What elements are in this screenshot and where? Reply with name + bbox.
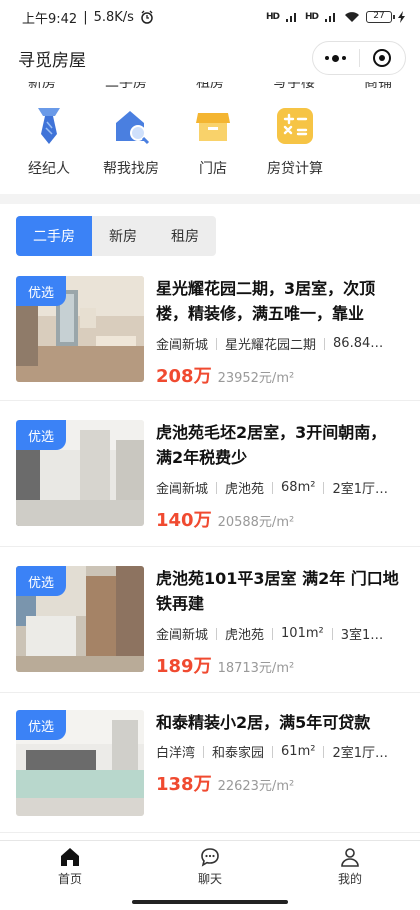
title-bar: 寻觅房屋 — [0, 34, 420, 82]
cell-signal-icon — [285, 13, 296, 22]
featured-badge: 优选 — [16, 276, 66, 306]
listing-meta: 白洋湾 和泰家园 61m² 2室1厅… — [156, 744, 388, 761]
listing-meta: 金阊新城 虎池苑 101m² 3室1… — [156, 626, 384, 643]
tab-home[interactable]: 首页 — [0, 841, 140, 892]
alarm-icon — [141, 10, 153, 24]
menu-label: 经纪人 — [28, 161, 70, 177]
charging-icon — [398, 11, 405, 23]
network-speed: 5.8K/s — [93, 9, 134, 25]
listing-meta: 金阊新城 星光耀花园二期 86.84… — [156, 336, 384, 353]
listing-card[interactable]: 优选 虎池苑101平3居室 满2年 门口地铁再建 金阊新城 虎池苑 101m² … — [16, 566, 420, 678]
tab-new-house[interactable]: 新房 — [92, 216, 154, 256]
category-item[interactable]: 二手房 — [96, 82, 156, 92]
status-time: 上午9:42 — [22, 11, 78, 27]
chat-icon — [201, 847, 219, 867]
tie-icon — [29, 106, 69, 146]
unit-price: 22623元/m² — [217, 779, 295, 794]
signal-icon-2: HD — [304, 12, 319, 22]
cell-signal-icon-2 — [325, 13, 335, 22]
listing-title: 虎池苑毛坯2居室，3开间朝南，满2年税费少 — [156, 423, 387, 467]
status-bar: 上午9:42 | 5.8K/s HD HD 27 — [0, 0, 420, 34]
bottom-tab-bar: 首页 聊天 我的 — [0, 840, 420, 892]
listing-price: 189万 — [156, 656, 212, 677]
miniprogram-capsule — [312, 41, 406, 75]
store-icon — [193, 106, 233, 146]
category-row: 新房 二手房 租房 写字楼 商铺 — [0, 82, 420, 92]
battery-icon: 27 — [366, 11, 395, 23]
menu-label: 房贷计算 — [267, 161, 323, 177]
price-row: 138万 22623元/m² — [156, 770, 294, 796]
user-icon — [341, 847, 359, 867]
divider — [0, 692, 420, 693]
signal-icon: HD — [265, 12, 280, 22]
listing-price: 140万 — [156, 510, 212, 531]
category-item[interactable]: 租房 — [180, 82, 240, 92]
menu-item-mortgage-calc[interactable]: 房贷计算 — [254, 106, 336, 178]
calculator-icon — [275, 106, 315, 146]
listing-title: 虎池苑101平3居室 满2年 门口地铁再建 — [156, 569, 399, 613]
listing-photo: 优选 — [16, 276, 144, 382]
price-row: 140万 20588元/m² — [156, 506, 294, 532]
unit-price: 20588元/m² — [217, 515, 295, 530]
listing-tabs: 二手房 新房 租房 — [16, 216, 216, 256]
listing-card[interactable]: 优选 和泰精装小2居，满5年可贷款 白洋湾 和泰家园 61m² 2室1厅… 13… — [16, 710, 420, 820]
tab-second-hand[interactable]: 二手房 — [16, 216, 92, 256]
listing-panel: 二手房 新房 租房 优选 星光耀花园二期，3居室，次顶楼，精装修，满五唯一，靠业… — [0, 204, 420, 840]
menu-item-store[interactable]: 门店 — [172, 106, 254, 178]
unit-price: 18713元/m² — [217, 661, 295, 676]
category-item[interactable]: 写字楼 — [264, 82, 324, 92]
listing-price: 138万 — [156, 774, 212, 795]
listing-title: 星光耀花园二期，3居室，次顶楼，精装修，满五唯一，靠业 — [156, 279, 376, 323]
tab-chat[interactable]: 聊天 — [140, 841, 280, 892]
divider — [0, 546, 420, 547]
home-indicator — [0, 892, 420, 910]
tab-profile[interactable]: 我的 — [280, 841, 420, 892]
listing-card[interactable]: 优选 虎池苑毛坯2居室，3开间朝南，满2年税费少 金阊新城 虎池苑 68m² 2… — [16, 420, 420, 532]
wifi-icon — [345, 12, 359, 22]
price-row: 189万 18713元/m² — [156, 652, 294, 678]
more-icon — [325, 54, 347, 62]
featured-badge: 优选 — [16, 420, 66, 450]
menu-label: 帮我找房 — [103, 161, 159, 177]
divider — [0, 400, 420, 401]
listing-meta: 金阊新城 虎池苑 68m² 2室1厅… — [156, 480, 388, 497]
unit-price: 23952元/m² — [217, 371, 295, 386]
listing-title: 和泰精装小2居，满5年可贷款 — [156, 713, 371, 732]
category-item[interactable]: 商铺 — [348, 82, 408, 92]
divider — [0, 832, 420, 833]
close-miniprogram-button[interactable] — [360, 42, 406, 74]
listing-price: 208万 — [156, 366, 212, 387]
featured-badge: 优选 — [16, 566, 66, 596]
more-button[interactable] — [313, 42, 359, 74]
price-row: 208万 23952元/m² — [156, 362, 294, 388]
listing-photo: 优选 — [16, 420, 144, 526]
target-icon — [373, 49, 392, 67]
featured-badge: 优选 — [16, 710, 66, 740]
menu-label: 门店 — [199, 161, 227, 177]
house-search-icon — [111, 106, 151, 146]
listing-card[interactable]: 优选 星光耀花园二期，3居室，次顶楼，精装修，满五唯一，靠业 金阊新城 星光耀花… — [16, 276, 420, 388]
home-icon — [61, 847, 79, 866]
menu-item-find-house[interactable]: 帮我找房 — [90, 106, 172, 178]
listing-photo: 优选 — [16, 566, 144, 672]
quick-menu: 新房 二手房 租房 写字楼 商铺 经纪人 帮我找房 门店 房贷计算 — [0, 82, 420, 194]
listing-photo: 优选 — [16, 710, 144, 816]
page-title: 寻觅房屋 — [18, 50, 86, 71]
menu-item-agent[interactable]: 经纪人 — [8, 106, 90, 178]
tab-rent[interactable]: 租房 — [154, 216, 216, 256]
category-item[interactable]: 新房 — [12, 82, 72, 92]
